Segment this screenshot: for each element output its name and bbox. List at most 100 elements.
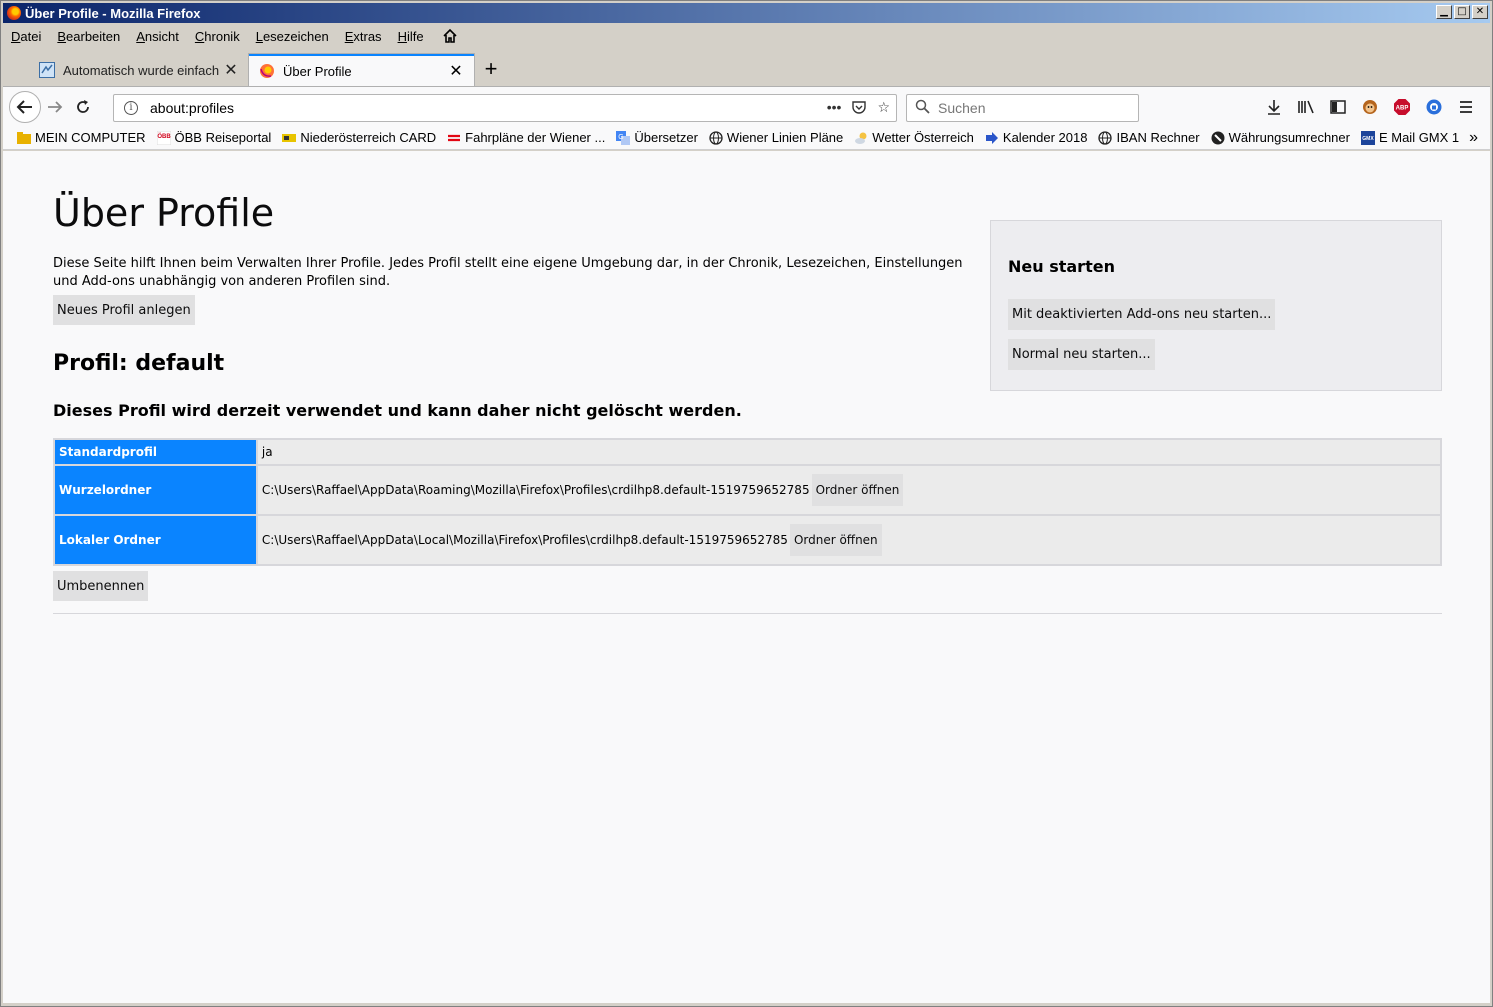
close-icon[interactable]: ✕: [448, 61, 464, 81]
library-icon[interactable]: [1294, 94, 1318, 120]
table-row: Standardprofil ja: [53, 438, 1443, 466]
menu-datei[interactable]: Datei: [11, 29, 41, 44]
search-icon: [915, 99, 930, 117]
bookmark-kalender[interactable]: Kalender 2018: [985, 130, 1087, 145]
profile-name-heading: Profil: default: [53, 351, 225, 376]
bookmark-mein-computer[interactable]: MEIN COMPUTER: [17, 130, 146, 145]
menu-lesezeichen[interactable]: Lesezeichen: [256, 29, 329, 44]
window-title: Über Profile - Mozilla Firefox: [25, 5, 201, 21]
sidebar-icon[interactable]: [1326, 94, 1350, 120]
url-text[interactable]: about:profiles: [150, 100, 827, 116]
new-tab-button[interactable]: +: [476, 54, 506, 86]
bookmark-uebersetzer[interactable]: G Übersetzer: [616, 130, 698, 145]
svg-text:ABP: ABP: [1396, 106, 1409, 112]
monkey-extension-icon[interactable]: [1358, 94, 1382, 120]
svg-text:G: G: [619, 134, 624, 141]
row-label: Wurzelordner: [53, 464, 258, 516]
local-folder-path: C:\Users\Raffael\AppData\Local\Mozilla\F…: [261, 533, 788, 547]
reload-button[interactable]: [69, 93, 97, 121]
oebb-icon: ÖBB: [156, 130, 171, 145]
bookmark-oebb[interactable]: ÖBB ÖBB Reiseportal: [156, 130, 271, 145]
privacy-extension-icon[interactable]: [1422, 94, 1446, 120]
forward-arrow-icon: [48, 100, 63, 113]
home-icon[interactable]: [442, 28, 458, 44]
tab-label: Über Profile: [283, 63, 352, 79]
hamburger-menu-icon[interactable]: [1454, 94, 1478, 120]
page-actions-icon[interactable]: •••: [827, 99, 842, 118]
menu-bearbeiten[interactable]: Bearbeiten: [57, 29, 120, 44]
row-label: Lokaler Ordner: [53, 514, 258, 566]
search-input[interactable]: Suchen: [938, 100, 985, 116]
menu-bar: Datei Bearbeiten Ansicht Chronik Lesezei…: [3, 25, 1490, 47]
firefox-window: Über Profile - Mozilla Firefox ▁ □ ✕ Dat…: [0, 0, 1493, 1007]
back-arrow-icon: [16, 99, 32, 114]
bookmark-gmx[interactable]: GMX E Mail GMX 1: [1360, 130, 1459, 145]
currency-icon: [1211, 131, 1225, 145]
wienerlinien-icon: [447, 131, 461, 145]
gmx-icon: GMX: [1360, 130, 1375, 145]
row-value: ja: [255, 438, 1443, 466]
url-bar[interactable]: i about:profiles ••• ☆: [113, 94, 897, 122]
restart-panel: Neu starten Mit deaktivierten Add-ons ne…: [990, 220, 1442, 391]
open-root-folder-button[interactable]: Ordner öffnen: [811, 474, 904, 506]
restart-without-addons-button[interactable]: Mit deaktivierten Add-ons neu starten...: [1008, 299, 1276, 330]
downloads-icon[interactable]: [1262, 94, 1286, 120]
globe-icon: [1098, 130, 1113, 145]
firefox-favicon-icon: [259, 63, 275, 79]
folder-icon: [17, 131, 31, 145]
tab-automatisch[interactable]: Automatisch wurde einfach a ✕: [29, 54, 249, 86]
page-title: Über Profile: [53, 191, 275, 235]
arrow-icon: [985, 131, 999, 145]
new-profile-button[interactable]: Neues Profil anlegen: [53, 295, 195, 325]
page-favicon-icon: [39, 62, 55, 78]
menu-hilfe[interactable]: Hilfe: [398, 29, 424, 44]
card-icon: [282, 131, 297, 145]
maximize-button[interactable]: □: [1454, 5, 1470, 19]
bookmark-wetter[interactable]: Wetter Österreich: [854, 130, 974, 145]
table-row: Wurzelordner C:\Users\Raffael\AppData\Ro…: [53, 464, 1443, 516]
close-icon[interactable]: ✕: [223, 60, 239, 80]
back-button[interactable]: [9, 90, 41, 123]
bookmark-wiener-linien-plaene[interactable]: Wiener Linien Pläne: [709, 130, 843, 145]
profile-in-use-notice: Dieses Profil wird derzeit verwendet und…: [53, 401, 742, 420]
page-description: Diese Seite hilft Ihnen beim Verwalten I…: [53, 256, 963, 289]
bookmark-fahrplaene[interactable]: Fahrpläne der Wiener ...: [447, 130, 605, 145]
svg-text:GMX: GMX: [1362, 136, 1374, 142]
menu-extras[interactable]: Extras: [345, 29, 382, 44]
title-bar: Über Profile - Mozilla Firefox ▁ □ ✕: [3, 3, 1490, 23]
profile-properties-table: Standardprofil ja Wurzelordner C:\Users\…: [53, 438, 1443, 566]
bookmark-waehrung[interactable]: Währungsumrechner: [1211, 130, 1350, 145]
pocket-icon[interactable]: [851, 99, 867, 118]
minimize-button[interactable]: ▁: [1436, 5, 1452, 19]
search-bar[interactable]: Suchen: [906, 94, 1139, 122]
open-local-folder-button[interactable]: Ordner öffnen: [789, 524, 882, 556]
globe-icon: [709, 130, 723, 145]
bookmark-noe-card[interactable]: Niederösterreich CARD: [282, 130, 436, 145]
restart-normal-button[interactable]: Normal neu starten...: [1008, 339, 1155, 370]
tab-strip: Automatisch wurde einfach a ✕ Über Profi…: [3, 53, 1490, 86]
forward-button[interactable]: [41, 93, 69, 121]
chevron-more-icon[interactable]: »: [1469, 129, 1478, 147]
bookmark-iban[interactable]: IBAN Rechner: [1098, 130, 1200, 145]
bookmark-star-icon[interactable]: ☆: [877, 99, 890, 118]
page-content: Über Profile Diese Seite hilft Ihnen bei…: [3, 151, 1490, 1003]
firefox-logo-icon: [7, 6, 21, 20]
info-icon[interactable]: i: [124, 101, 138, 115]
row-label: Standardprofil: [53, 438, 258, 466]
tab-label: Automatisch wurde einfach a: [63, 62, 223, 78]
tab-ueber-profile[interactable]: Über Profile ✕: [249, 54, 474, 86]
menu-chronik[interactable]: Chronik: [195, 29, 240, 44]
weather-icon: [854, 131, 868, 145]
reload-icon: [77, 99, 89, 113]
restart-heading: Neu starten: [1008, 257, 1115, 276]
translate-icon: G: [616, 130, 631, 145]
close-window-button[interactable]: ✕: [1472, 5, 1488, 19]
table-row: Lokaler Ordner C:\Users\Raffael\AppData\…: [53, 514, 1443, 566]
svg-text:ÖBB: ÖBB: [157, 133, 171, 140]
adblock-plus-icon[interactable]: ABP: [1390, 94, 1414, 120]
rename-button[interactable]: Umbenennen: [53, 571, 149, 601]
bookmarks-toolbar: MEIN COMPUTER ÖBB ÖBB Reiseportal Nieder…: [3, 126, 1490, 150]
divider: [53, 613, 1442, 614]
menu-ansicht[interactable]: Ansicht: [136, 29, 179, 44]
navigation-bar: i about:profiles ••• ☆ Suchen ABP: [3, 86, 1490, 126]
